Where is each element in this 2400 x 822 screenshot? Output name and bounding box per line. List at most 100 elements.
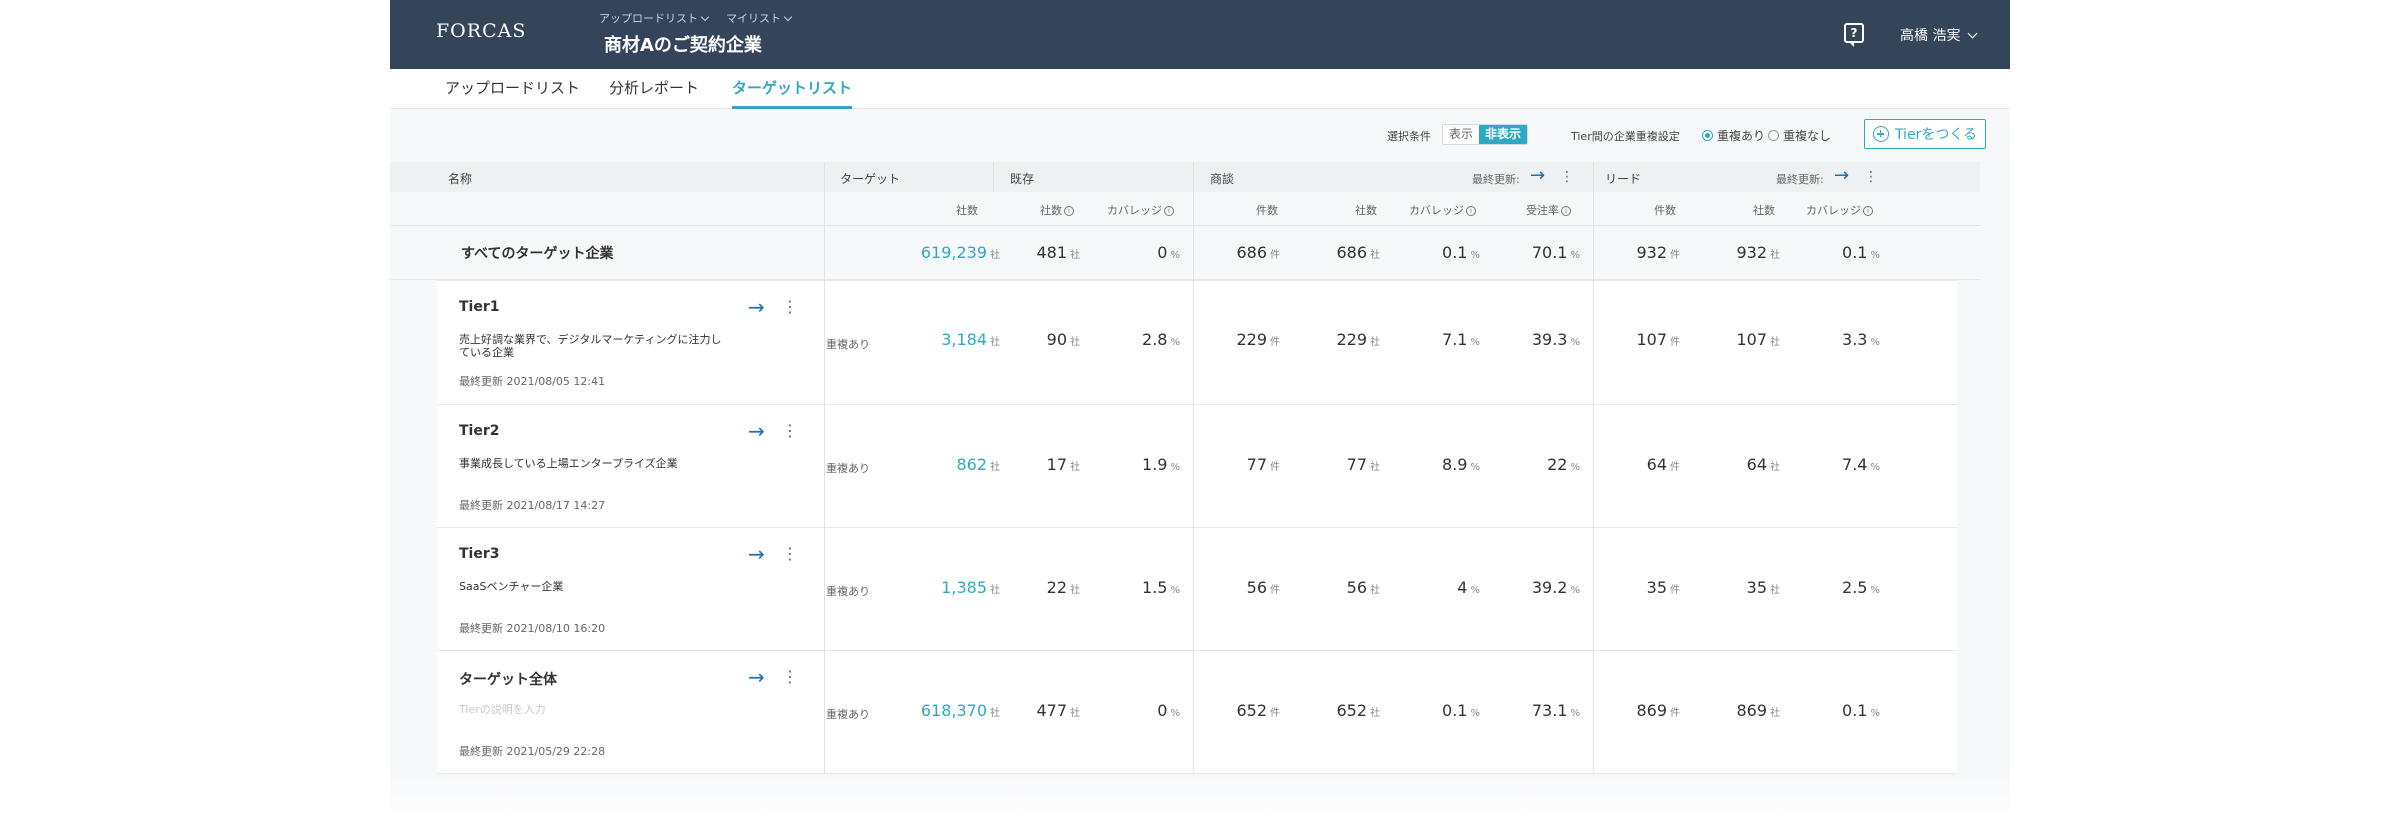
info-icon[interactable]: i (1863, 206, 1873, 216)
value-number: 619,239 (920, 243, 987, 262)
tab-analysis-report[interactable]: 分析レポート (609, 69, 699, 109)
table-subheader: 社数 社数 i カバレッジ i 件数 社数 カバレッジ i 受注率 i 件数 社数 カバ… (390, 192, 1980, 226)
info-icon[interactable]: i (1164, 206, 1174, 216)
create-tier-button[interactable]: Tierをつくる (1864, 119, 1986, 149)
value-number: 22 (1046, 578, 1067, 597)
logo[interactable]: FORCAS (436, 20, 526, 42)
value-number: 90 (1046, 330, 1067, 349)
summary-title: すべてのターゲット企業 (461, 246, 614, 262)
overlap-yes-radio[interactable]: 重複あり (1702, 127, 1765, 144)
value-number: 56 (1246, 578, 1267, 597)
kebab-menu-icon[interactable]: ⋮ (782, 544, 798, 564)
value-unit: 社 (1370, 585, 1380, 596)
value-unit: 社 (990, 337, 1000, 348)
info-icon[interactable]: i (1466, 206, 1476, 216)
column-divider (824, 162, 825, 774)
row-leads-cases: 869 件 (1636, 701, 1680, 720)
value-number: 229 (1336, 330, 1367, 349)
tier-description[interactable]: Tierの説明を入力 (459, 703, 729, 716)
tab-upload-list[interactable]: アップロードリスト (445, 69, 580, 109)
value-number: 652 (1236, 701, 1267, 720)
header-existing: 既存 (1010, 172, 1035, 186)
value-number: 0.1 (1842, 701, 1868, 720)
value-number: 1.9 (1142, 455, 1168, 474)
value-unit: 件 (1270, 708, 1280, 719)
value-number: 39.2 (1531, 578, 1568, 597)
table-row: ターゲット全体 Tierの説明を入力 最終更新 2021/05/29 22:28 → ⋮… (437, 651, 1957, 774)
row-target[interactable]: 1,385 社 (941, 578, 1000, 597)
kebab-menu-icon[interactable]: ⋮ (1864, 170, 1878, 184)
help-icon[interactable]: ? (1844, 23, 1864, 47)
summary-deals-count: 686 社 (1336, 243, 1380, 262)
value-number: 0 (1157, 701, 1168, 720)
duplicate-status: 重複あり (826, 462, 870, 475)
value-number: 1.5 (1142, 578, 1168, 597)
value-number: 64 (1646, 455, 1667, 474)
radio-checked-icon (1702, 130, 1713, 141)
arrow-right-icon[interactable]: → (748, 297, 765, 317)
value-unit: % (1870, 708, 1880, 719)
info-icon[interactable]: i (1561, 206, 1571, 216)
header-name: 名称 (448, 172, 473, 186)
tier-name[interactable]: ターゲット全体 (459, 669, 557, 689)
arrow-right-icon[interactable]: → (1530, 167, 1545, 185)
tier-description: 事業成長している上場エンタープライズ企業 (459, 457, 678, 470)
value-number: 64 (1746, 455, 1767, 474)
kebab-menu-icon[interactable]: ⋮ (782, 297, 798, 317)
last-updated-date: 2021/05/29 22:28 (506, 745, 606, 758)
value-number: 107 (1636, 330, 1667, 349)
summary-leads-cases: 932 件 (1636, 243, 1680, 262)
value-unit: % (1570, 250, 1580, 261)
value-number: 22 (1547, 455, 1568, 474)
row-target[interactable]: 618,370 社 (921, 701, 1000, 720)
row-existing-count: 90 社 (1047, 330, 1080, 349)
sub-leads-coverage: カバレッジ i (1806, 202, 1873, 218)
overlap-no-radio[interactable]: 重複なし (1768, 127, 1831, 144)
row-target[interactable]: 862 社 (956, 455, 1000, 474)
tier-name[interactable]: Tier1 (459, 299, 500, 315)
value-unit: 社 (1370, 250, 1380, 261)
arrow-right-icon[interactable]: → (748, 421, 765, 441)
value-unit: 件 (1670, 462, 1680, 473)
tab-target-list[interactable]: ターゲットリスト (732, 69, 853, 109)
bottom-fade (390, 775, 2010, 822)
value-number: 0.1 (1842, 243, 1868, 262)
row-target[interactable]: 3,184 社 (941, 330, 1000, 349)
value-number: 70.1 (1531, 243, 1568, 262)
summary-target[interactable]: 619,239 社 (921, 243, 1000, 262)
row-leads-coverage: 3.3% (1842, 330, 1880, 349)
radio-unchecked-icon (1768, 130, 1779, 141)
value-unit: % (1470, 337, 1480, 348)
crumb-my-list[interactable]: マイリスト (726, 10, 793, 26)
value-number: 2.5 (1842, 578, 1868, 597)
row-deals-count: 229 社 (1336, 330, 1380, 349)
hide-option[interactable]: 非表示 (1479, 125, 1528, 144)
value-unit: 社 (1770, 708, 1780, 719)
sub-target-count: 社数 (956, 204, 978, 217)
tier-name[interactable]: Tier2 (459, 423, 500, 439)
value-unit: % (1470, 585, 1480, 596)
tier-description: 売上好調な業界で、デジタルマーケティングに注力している企業 (459, 333, 722, 359)
last-updated-label: 最終更新 (459, 375, 503, 388)
tier-name[interactable]: Tier3 (459, 546, 500, 562)
value-unit: 社 (990, 708, 1000, 719)
arrow-right-icon[interactable]: → (1834, 167, 1849, 185)
tier-last-updated: 最終更新 2021/08/05 12:41 (459, 373, 605, 389)
value-unit: 社 (1370, 462, 1380, 473)
crumb-upload-list[interactable]: アップロードリスト (599, 10, 710, 26)
kebab-menu-icon[interactable]: ⋮ (1560, 170, 1574, 184)
value-unit: 件 (1270, 337, 1280, 348)
value-number: 481 (1036, 243, 1067, 262)
kebab-menu-icon[interactable]: ⋮ (782, 667, 798, 687)
arrow-right-icon[interactable]: → (748, 667, 765, 687)
show-option[interactable]: 表示 (1443, 125, 1480, 144)
user-menu[interactable]: 高橋 浩実 (1900, 25, 1978, 45)
arrow-right-icon[interactable]: → (748, 544, 765, 564)
value-unit: 社 (1070, 337, 1080, 348)
kebab-menu-icon[interactable]: ⋮ (782, 421, 798, 441)
value-unit: 社 (1370, 337, 1380, 348)
value-unit: % (1470, 708, 1480, 719)
sub-leads-cases: 件数 (1654, 204, 1676, 217)
value-number: 477 (1036, 701, 1067, 720)
info-icon[interactable]: i (1064, 206, 1074, 216)
